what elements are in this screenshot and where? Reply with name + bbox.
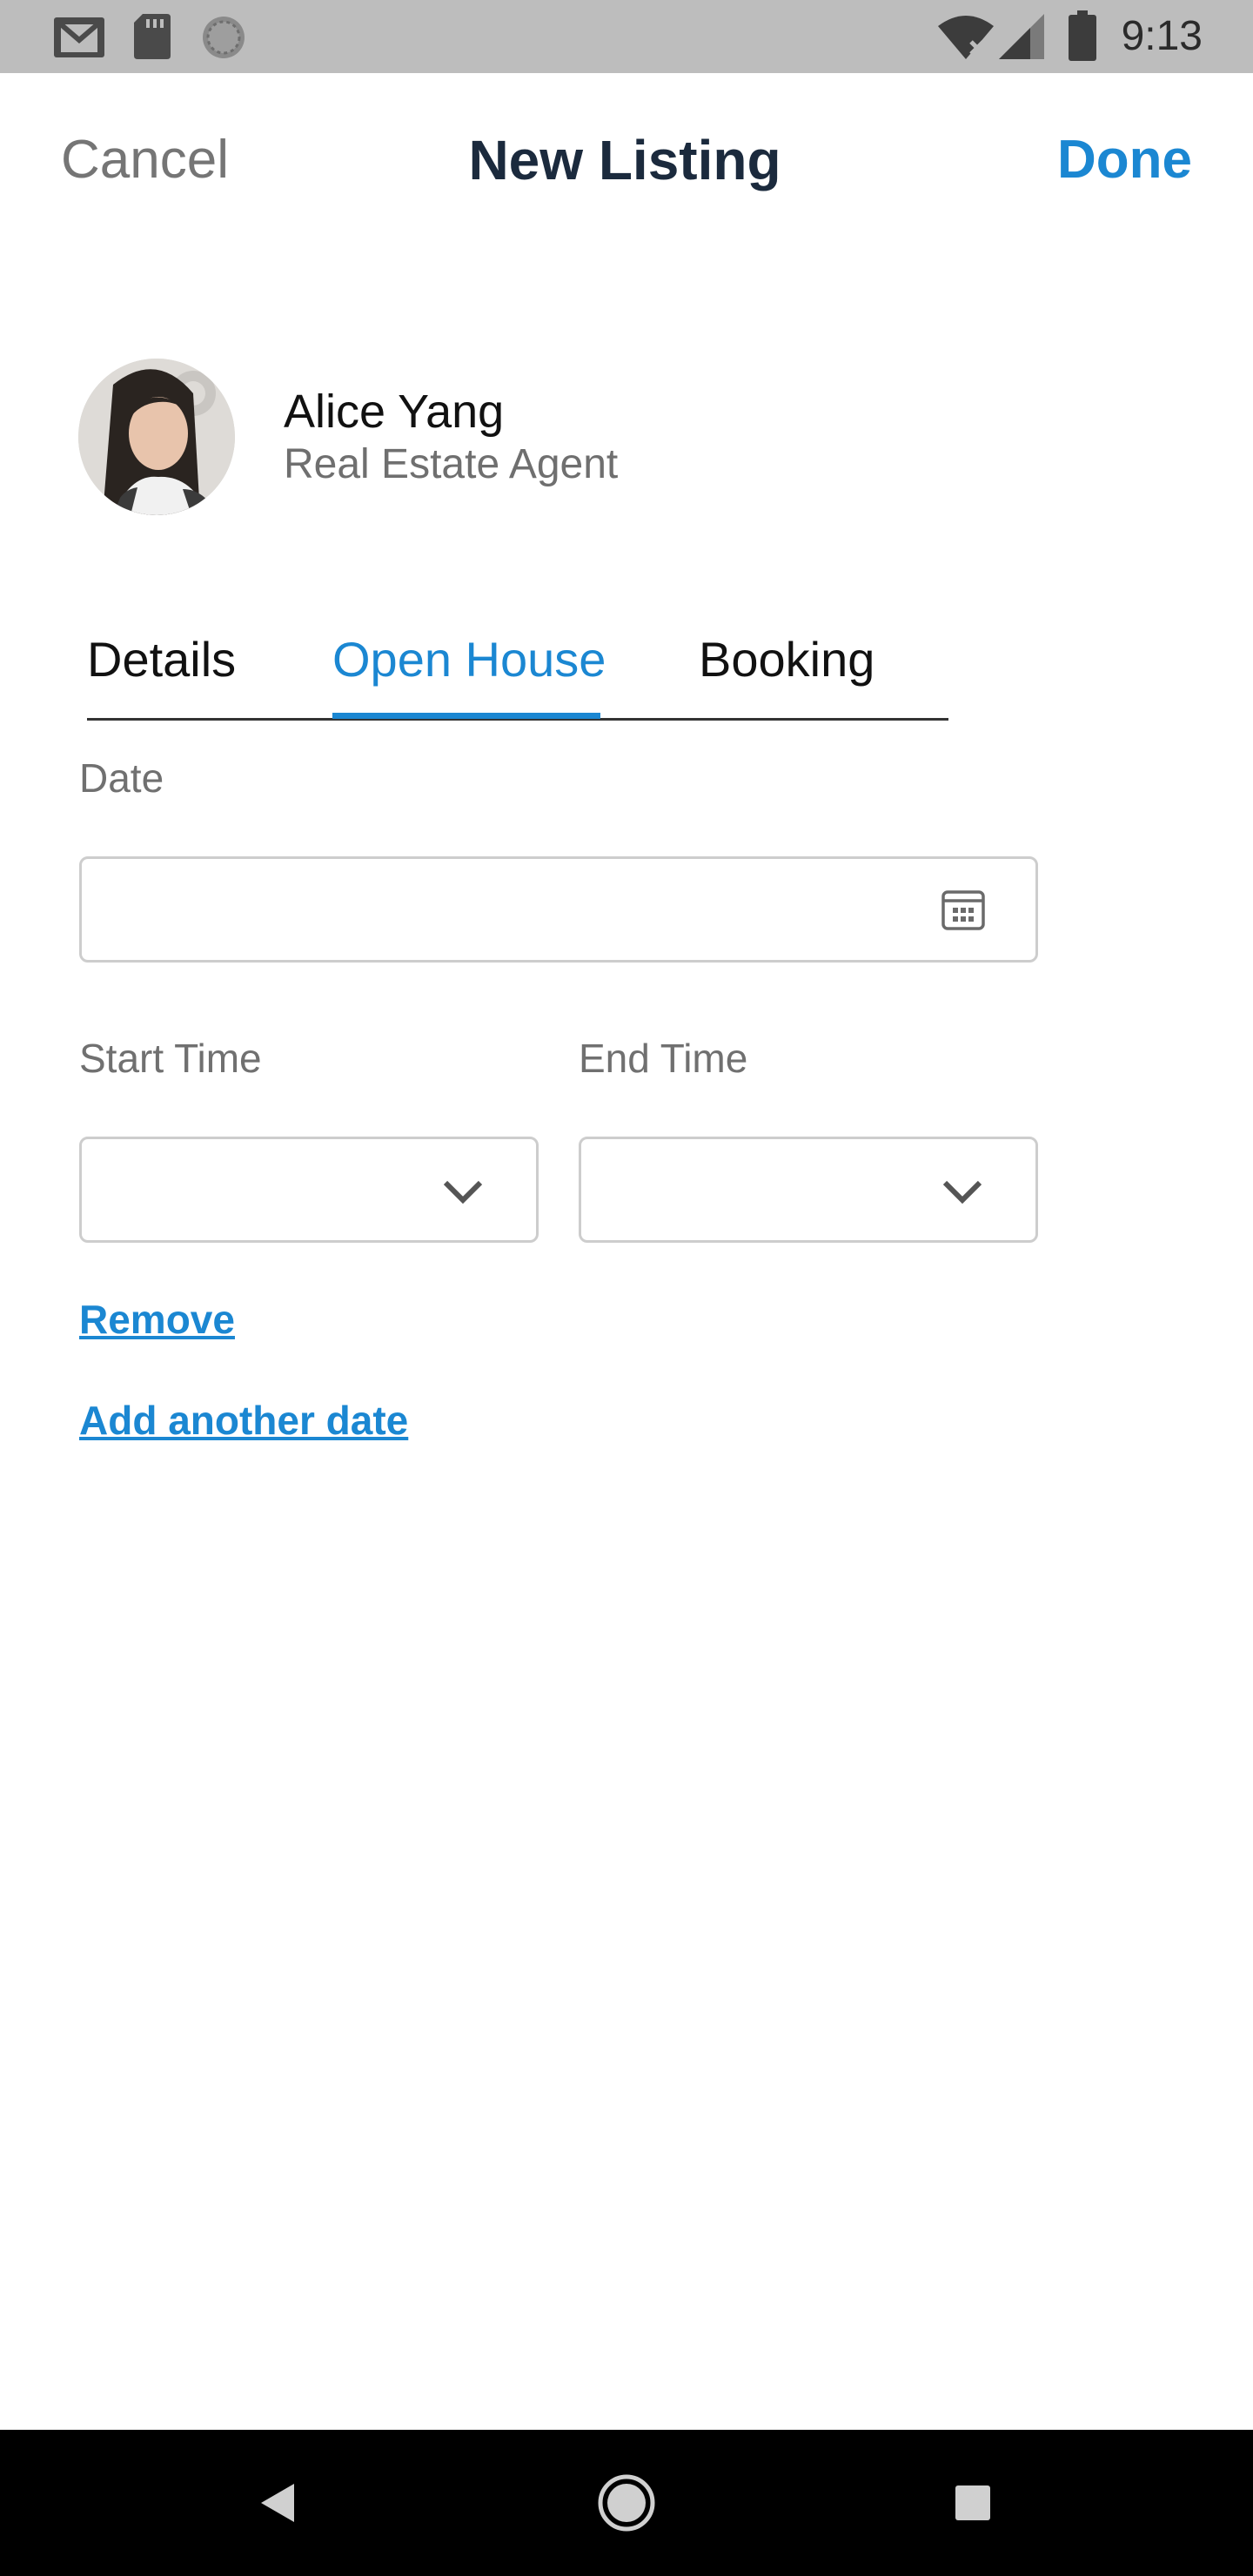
gmail-icon [54, 17, 104, 57]
wifi-icon [938, 16, 994, 59]
chevron-down-icon [942, 1180, 982, 1204]
tab-open-house[interactable]: Open House [332, 632, 606, 688]
add-another-date-link[interactable]: Add another date [79, 1396, 408, 1445]
active-tab-indicator [332, 713, 600, 719]
clock: 9:13 [1121, 13, 1203, 59]
agent-photo [78, 359, 235, 515]
status-bar: 9:13 [0, 0, 1253, 73]
system-nav-bar [0, 2430, 1253, 2576]
recents-icon[interactable] [954, 2484, 992, 2522]
back-icon[interactable] [258, 2480, 298, 2526]
date-label: Date [79, 755, 164, 801]
cellular-signal-icon [999, 14, 1044, 59]
tab-details[interactable]: Details [87, 632, 236, 688]
start-time-select[interactable] [79, 1137, 539, 1243]
tab-booking[interactable]: Booking [699, 632, 874, 688]
avatar [78, 359, 235, 515]
start-time-label: Start Time [79, 1036, 262, 1081]
sd-card-icon [134, 14, 171, 59]
chevron-down-icon [443, 1180, 483, 1204]
battery-icon [1069, 10, 1096, 61]
sync-icon [203, 17, 245, 58]
tab-bar: Details Open House Booking [87, 625, 948, 721]
top-app-bar: Cancel New Listing Done [0, 73, 1253, 247]
end-time-label: End Time [579, 1036, 748, 1081]
agent-role: Real Estate Agent [284, 441, 619, 487]
agent-name: Alice Yang [284, 386, 505, 438]
done-button[interactable]: Done [1057, 129, 1192, 191]
page-title-text: New Listing [468, 129, 781, 191]
home-icon[interactable] [597, 2473, 656, 2532]
calendar-icon[interactable] [941, 887, 986, 932]
remove-link[interactable]: Remove [79, 1295, 235, 1344]
date-field[interactable] [79, 856, 1038, 963]
end-time-select[interactable] [579, 1137, 1038, 1243]
